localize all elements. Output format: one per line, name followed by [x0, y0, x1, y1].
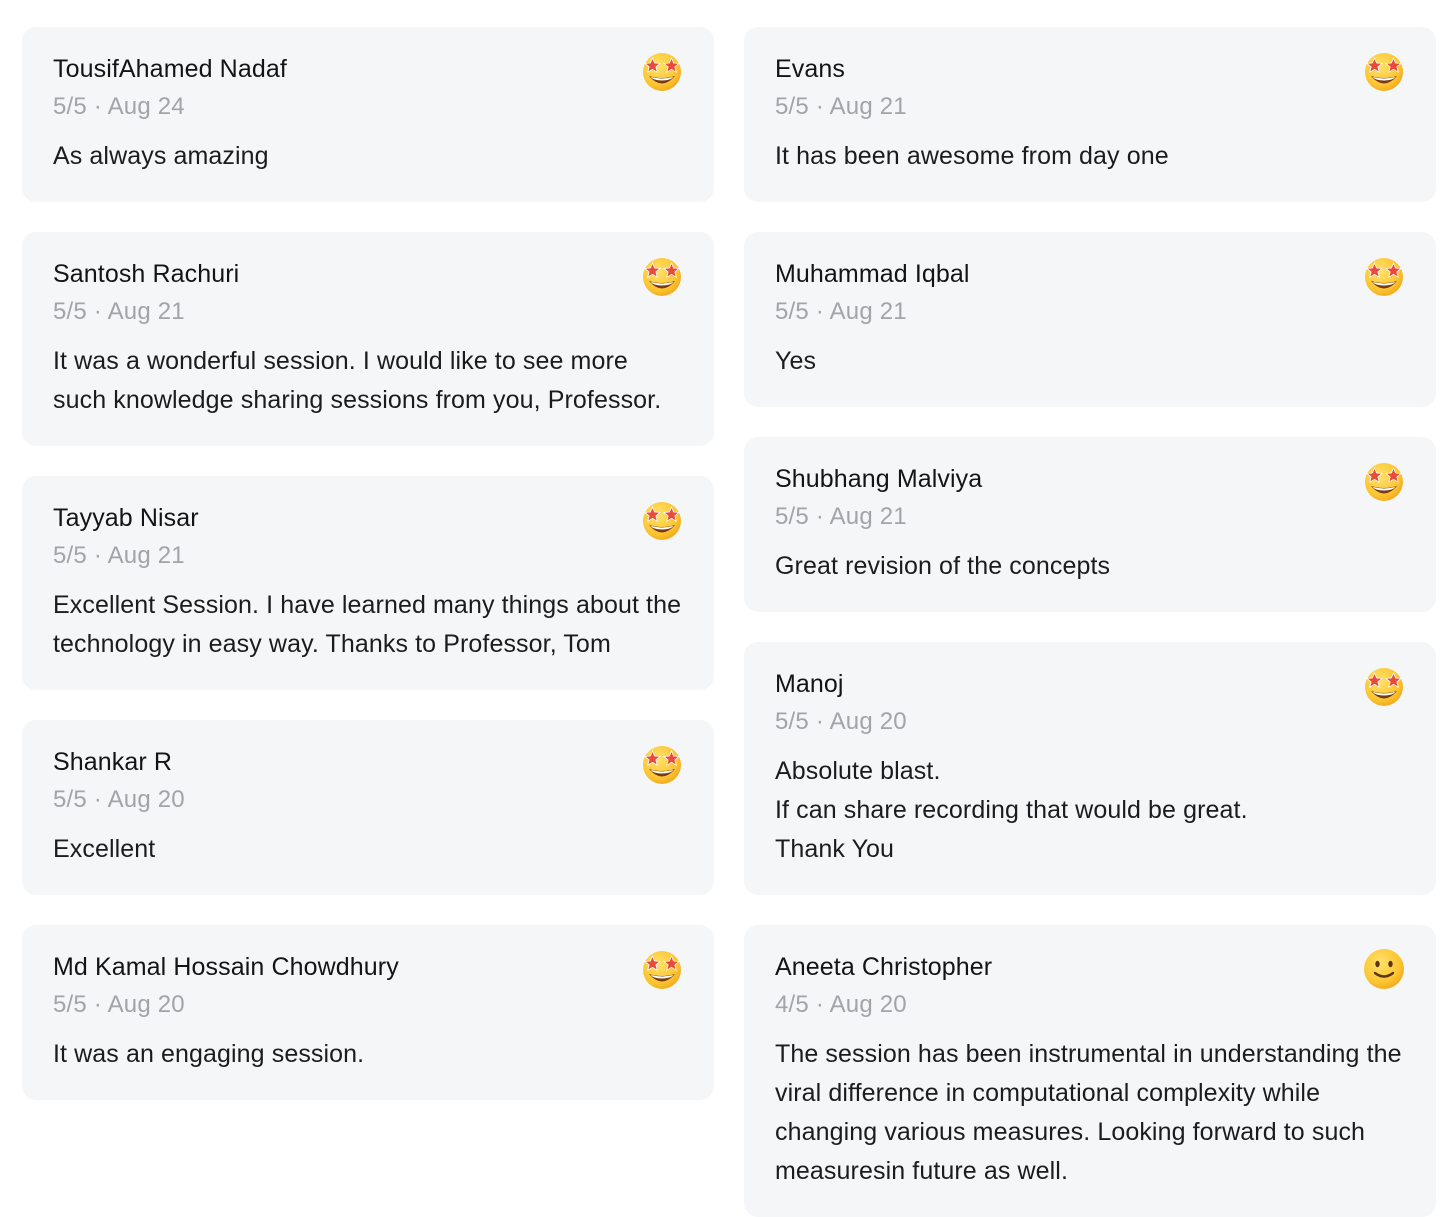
review-rating: 5/5: [53, 93, 87, 120]
review-text: Great revision of the concepts: [775, 552, 1111, 580]
review-rating: 5/5: [53, 786, 87, 813]
meta-separator: ·: [86, 298, 108, 325]
review-date: Aug 21: [829, 503, 907, 530]
review-meta: 5/5 · Aug 24: [53, 91, 684, 123]
review-rating: 4/5: [775, 991, 809, 1018]
review-rating: 5/5: [53, 298, 87, 325]
star-struck-emoji-icon: [640, 49, 684, 93]
reviewer-name: TousifAhamed Nadaf: [53, 55, 287, 83]
review-rating: 5/5: [53, 542, 87, 569]
meta-separator: ·: [86, 991, 108, 1018]
reviewer-name: Shankar R: [53, 748, 173, 776]
review-card: Evans 5/5 · Aug 21 It has been awesome f…: [744, 27, 1436, 202]
review-date: Aug 24: [107, 93, 185, 120]
review-meta: 5/5 · Aug 21: [53, 540, 684, 572]
reviews-column-right: Evans 5/5 · Aug 21 It has been awesome f…: [744, 27, 1436, 1217]
review-date: Aug 21: [107, 298, 185, 325]
review-card: Manoj 5/5 · Aug 20 Absolute blast. If ca…: [744, 642, 1436, 895]
review-card: TousifAhamed Nadaf 5/5 · Aug 24 As alway…: [22, 27, 714, 202]
meta-separator: ·: [86, 786, 108, 813]
review-text: Excellent Session. I have learned many t…: [53, 591, 682, 658]
review-meta: 5/5 · Aug 20: [53, 784, 684, 816]
star-struck-emoji-icon: [1362, 459, 1406, 503]
reviewer-name: Santosh Rachuri: [53, 260, 240, 288]
meta-separator: ·: [808, 93, 830, 120]
review-rating: 5/5: [775, 503, 809, 530]
review-date: Aug 20: [107, 786, 185, 813]
meta-separator: ·: [86, 542, 108, 569]
review-meta: 5/5 · Aug 21: [775, 91, 1406, 123]
review-meta: 4/5 · Aug 20: [775, 989, 1406, 1021]
reviewer-name: Aneeta Christopher: [775, 953, 993, 981]
reviewer-name: Shubhang Malviya: [775, 465, 983, 493]
reviewer-name: Manoj: [775, 670, 844, 698]
star-struck-emoji-icon: [640, 498, 684, 542]
review-card: Shubhang Malviya 5/5 · Aug 21 Great revi…: [744, 437, 1436, 612]
review-date: Aug 20: [829, 991, 907, 1018]
review-rating: 5/5: [775, 708, 809, 735]
review-text: Excellent: [53, 835, 156, 863]
review-date: Aug 21: [829, 93, 907, 120]
review-meta: 5/5 · Aug 20: [775, 706, 1406, 738]
review-card: Aneeta Christopher 4/5 · Aug 20 The sess…: [744, 925, 1436, 1217]
review-text: The session has been instrumental in und…: [775, 1040, 1402, 1185]
star-struck-emoji-icon: [1362, 664, 1406, 708]
review-meta: 5/5 · Aug 21: [775, 296, 1406, 328]
review-card: Shankar R 5/5 · Aug 20 Excellent: [22, 720, 714, 895]
review-text: It has been awesome from day one: [775, 142, 1169, 170]
star-struck-emoji-icon: [640, 742, 684, 786]
review-card: Md Kamal Hossain Chowdhury 5/5 · Aug 20 …: [22, 925, 714, 1100]
review-text: It was an engaging session.: [53, 1040, 365, 1068]
star-struck-emoji-icon: [640, 254, 684, 298]
meta-separator: ·: [808, 991, 830, 1018]
star-struck-emoji-icon: [640, 947, 684, 991]
review-date: Aug 21: [107, 542, 185, 569]
review-text: As always amazing: [53, 142, 269, 170]
review-meta: 5/5 · Aug 21: [53, 296, 684, 328]
review-date: Aug 20: [107, 991, 185, 1018]
reviewer-name: Muhammad Iqbal: [775, 260, 970, 288]
review-card: Santosh Rachuri 5/5 · Aug 21 It was a wo…: [22, 232, 714, 446]
meta-separator: ·: [808, 708, 830, 735]
review-text: It was a wonderful session. I would like…: [53, 347, 662, 414]
reviewer-name: Evans: [775, 55, 845, 83]
star-struck-emoji-icon: [1362, 254, 1406, 298]
star-struck-emoji-icon: [1362, 49, 1406, 93]
review-card: Muhammad Iqbal 5/5 · Aug 21 Yes: [744, 232, 1436, 407]
reviewer-name: Md Kamal Hossain Chowdhury: [53, 953, 399, 981]
meta-separator: ·: [86, 93, 108, 120]
review-card: Tayyab Nisar 5/5 · Aug 21 Excellent Sess…: [22, 476, 714, 690]
review-date: Aug 21: [829, 298, 907, 325]
reviewer-name: Tayyab Nisar: [53, 504, 199, 532]
reviews-column-left: TousifAhamed Nadaf 5/5 · Aug 24 As alway…: [22, 27, 714, 1100]
review-rating: 5/5: [775, 298, 809, 325]
slightly-smiling-emoji-icon: [1362, 947, 1406, 991]
review-date: Aug 20: [829, 708, 907, 735]
review-text: Yes: [775, 347, 817, 375]
meta-separator: ·: [808, 503, 830, 530]
review-meta: 5/5 · Aug 21: [775, 501, 1406, 533]
review-rating: 5/5: [53, 991, 87, 1018]
review-meta: 5/5 · Aug 20: [53, 989, 684, 1021]
review-text: Absolute blast. If can share recording t…: [775, 757, 1248, 863]
review-rating: 5/5: [775, 93, 809, 120]
meta-separator: ·: [808, 298, 830, 325]
